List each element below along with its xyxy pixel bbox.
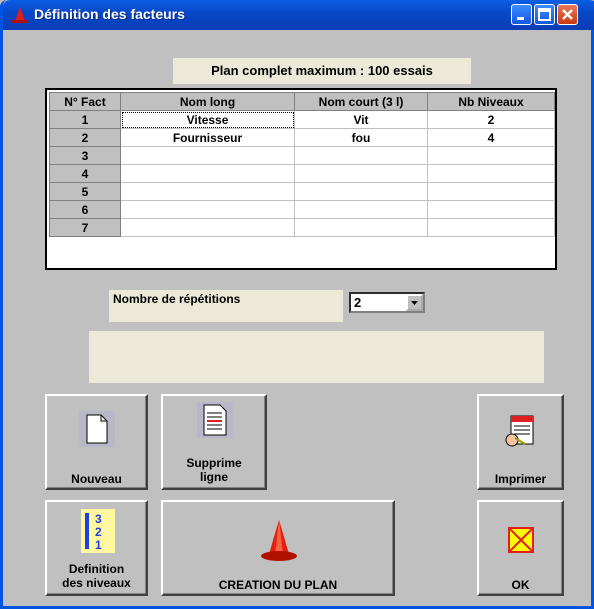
close-button[interactable] [557, 4, 578, 25]
table-row: 4 [49, 164, 555, 183]
grid-cell[interactable] [427, 200, 555, 219]
window-title: Définition des facteurs [34, 6, 185, 22]
definition-label-2: des niveaux [62, 576, 131, 590]
cone-icon [12, 7, 28, 23]
x-box-icon [505, 524, 537, 556]
table-row: 3 [49, 146, 555, 165]
repetitions-label: Nombre de répétitions [109, 290, 343, 322]
table-row: 5 [49, 182, 555, 201]
imprimer-button[interactable]: Imprimer [477, 394, 564, 490]
ok-button[interactable]: OK [477, 500, 564, 596]
grid-cell[interactable] [294, 218, 428, 237]
repetitions-select[interactable]: 2 [349, 292, 425, 313]
grid-cell[interactable]: 2 [427, 110, 555, 129]
row-number[interactable]: 3 [49, 146, 121, 165]
grid-cell[interactable] [120, 146, 295, 165]
column-header[interactable]: Nom court (3 l) [294, 92, 428, 111]
grid-header-row: N° Fact Nom long Nom court (3 l) Nb Nive… [49, 92, 555, 111]
table-row: 7 [49, 218, 555, 237]
chevron-down-icon [411, 301, 418, 305]
minimize-button[interactable] [511, 4, 532, 25]
row-number[interactable]: 1 [49, 110, 121, 129]
maximize-button[interactable] [534, 4, 555, 25]
cone-icon [261, 520, 297, 561]
creation-plan-button[interactable]: CREATION DU PLAN [161, 500, 395, 596]
row-number[interactable]: 7 [49, 218, 121, 237]
plan-info-label: Plan complet maximum : 100 essais [173, 58, 471, 84]
dropdown-arrow-button[interactable] [406, 294, 423, 311]
close-icon [562, 9, 573, 20]
grid-cell[interactable] [427, 218, 555, 237]
supprime-label-1: Supprime [186, 456, 242, 470]
blank-document-icon [79, 411, 115, 447]
nouveau-button[interactable]: Nouveau [45, 394, 148, 490]
table-row: 6 [49, 200, 555, 219]
table-row: 2 Fournisseur fou 4 [49, 128, 555, 147]
supprime-label-2: ligne [199, 470, 228, 484]
title-bar[interactable]: Définition des facteurs [3, 0, 594, 30]
numbered-levels-icon: 3 2 1 [81, 509, 115, 553]
row-number[interactable]: 6 [49, 200, 121, 219]
nouveau-label: Nouveau [71, 472, 122, 486]
imprimer-label: Imprimer [494, 472, 547, 486]
svg-text:1: 1 [95, 538, 102, 552]
definition-niveaux-button[interactable]: 3 2 1 Definition des niveaux [45, 500, 148, 596]
column-header[interactable]: Nb Niveaux [427, 92, 555, 111]
grid-cell[interactable] [120, 218, 295, 237]
grid-cell[interactable]: Fournisseur [120, 128, 295, 147]
grid-cell[interactable] [294, 182, 428, 201]
grid-cell[interactable] [294, 164, 428, 183]
grid-cell[interactable] [427, 146, 555, 165]
main-window: Définition des facteurs Plan complet max… [0, 0, 594, 609]
svg-text:3: 3 [95, 512, 102, 526]
grid-cell[interactable] [427, 182, 555, 201]
grid-cell[interactable]: 4 [427, 128, 555, 147]
svg-text:2: 2 [95, 525, 102, 539]
grid-cell[interactable] [120, 164, 295, 183]
maximize-icon [538, 8, 551, 21]
creation-label: CREATION DU PLAN [218, 578, 338, 592]
minimize-icon [517, 17, 524, 20]
grid-cell[interactable]: Vit [294, 110, 428, 129]
message-area [89, 331, 544, 383]
grid-cell[interactable] [427, 164, 555, 183]
repetitions-value: 2 [354, 295, 362, 310]
grid-cell[interactable] [294, 146, 428, 165]
row-number[interactable]: 4 [49, 164, 121, 183]
column-header[interactable]: N° Fact [49, 92, 121, 111]
column-header[interactable]: Nom long [120, 92, 295, 111]
row-number[interactable]: 2 [49, 128, 121, 147]
definition-label-1: Definition [68, 562, 125, 576]
grid-cell[interactable]: fou [294, 128, 428, 147]
print-preview-icon [505, 415, 534, 447]
lined-document-icon [197, 402, 233, 438]
ok-label: OK [511, 578, 530, 592]
row-number[interactable]: 5 [49, 182, 121, 201]
grid-cell[interactable]: Vitesse [120, 110, 295, 129]
grid-cell[interactable] [120, 182, 295, 201]
table-row: 1 Vitesse Vit 2 [49, 110, 555, 129]
supprime-ligne-button[interactable]: Supprime ligne [161, 394, 267, 490]
factors-grid[interactable]: N° Fact Nom long Nom court (3 l) Nb Nive… [45, 88, 557, 270]
grid-cell[interactable] [294, 200, 428, 219]
grid-cell[interactable] [120, 200, 295, 219]
